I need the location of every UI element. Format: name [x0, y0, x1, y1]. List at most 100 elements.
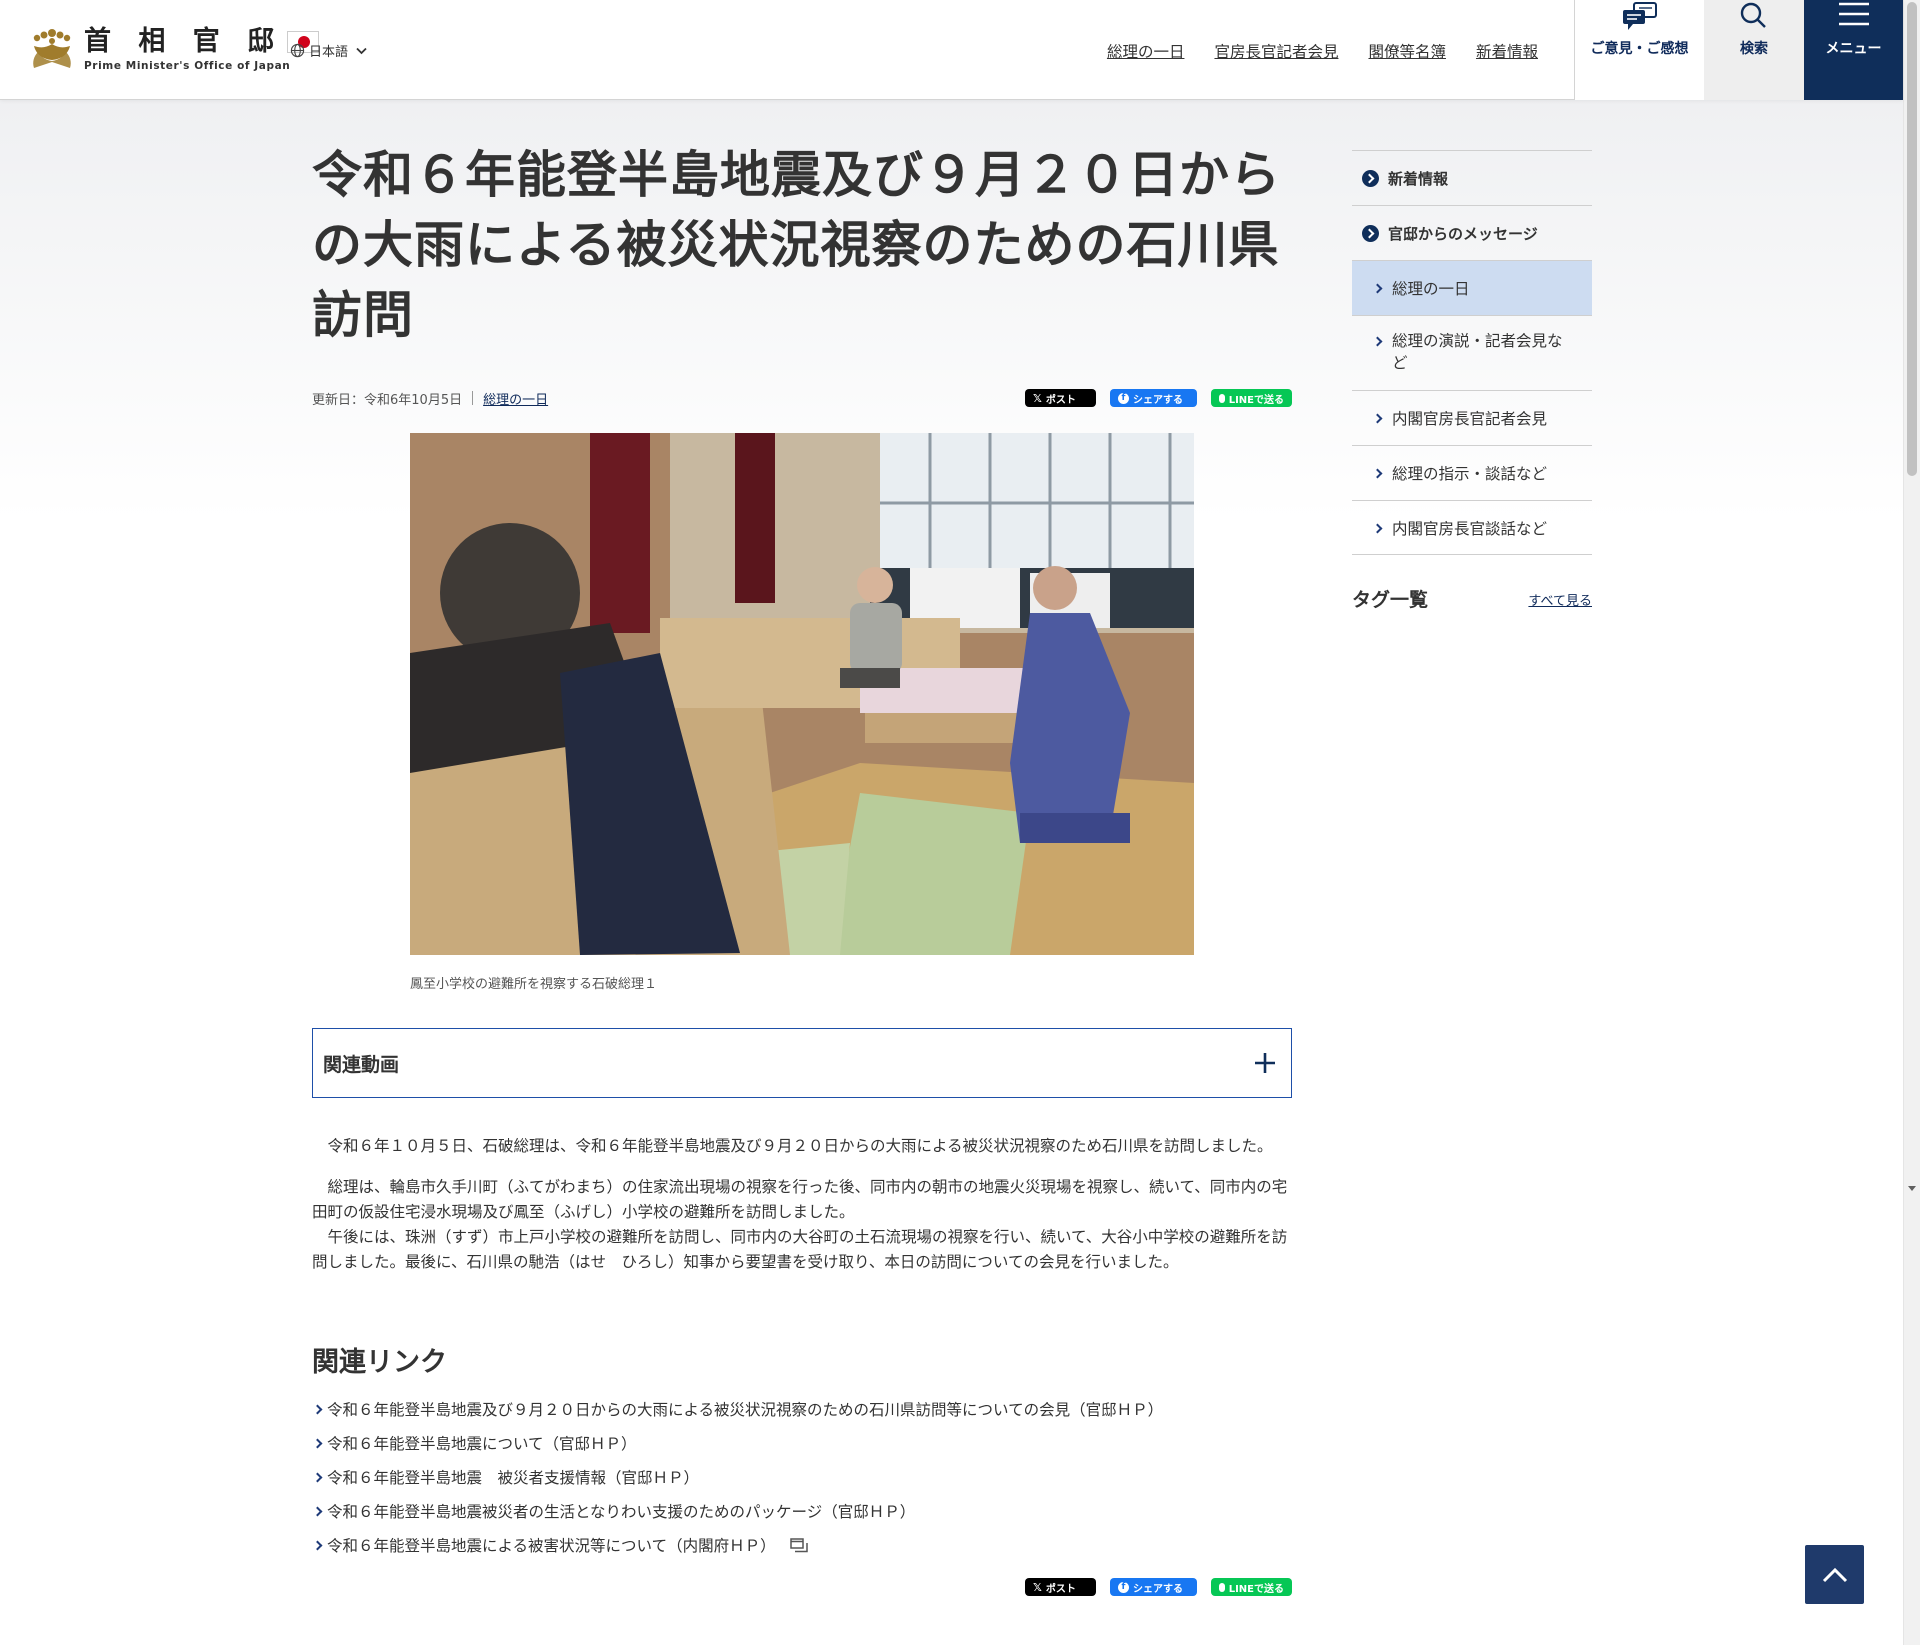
sidebar-item-label: 内閣官房長官談話など — [1392, 519, 1548, 538]
meta-divider — [472, 391, 474, 405]
language-selector[interactable]: 日本語 — [290, 41, 371, 60]
related-link[interactable]: 令和６年能登半島地震による被害状況等について（内閣府ＨＰ） — [312, 1528, 1292, 1562]
share-facebook-label: シェアする — [1133, 394, 1183, 406]
nav-link-news[interactable]: 新着情報 — [1476, 40, 1538, 62]
chevron-right-icon — [1372, 283, 1383, 294]
sidebar: 新着情報 官邸からのメッセージ 総理の一日 総理の演説・記者会見など 内閣官房長… — [1352, 150, 1592, 615]
feedback-icon — [1622, 2, 1657, 30]
share-line-label: LINEで送る — [1228, 394, 1284, 406]
sidebar-item-press-conference[interactable]: 内閣官房長官記者会見 — [1352, 390, 1592, 445]
site-logo[interactable]: 首 相 官 邸 Prime Minister's Office of Japan — [28, 26, 320, 74]
nav-link-cabinet-list[interactable]: 閣僚等名簿 — [1368, 40, 1446, 62]
share-line-label: LINEで送る — [1228, 1583, 1284, 1595]
chevron-right-icon — [1372, 523, 1383, 534]
share-x-label: ポスト — [1045, 394, 1076, 406]
line-logo-icon — [1219, 393, 1225, 403]
share-x-label: ポスト — [1045, 1583, 1076, 1595]
x-logo-icon: 𝕏 — [1033, 1580, 1042, 1594]
share-buttons-bottom: 𝕏 ポスト f シェアする LINEで送る — [1025, 1578, 1292, 1596]
sidebar-item-statements[interactable]: 内閣官房長官談話など — [1352, 500, 1592, 555]
sidebar-item-label: 内閣官房長官記者会見 — [1392, 410, 1548, 428]
external-window-icon — [789, 1537, 808, 1552]
chevron-right-icon — [312, 1472, 323, 1482]
updated-date: 更新日：令和6年10月5日 — [312, 392, 463, 408]
nav-link-schedule[interactable]: 総理の一日 — [1107, 40, 1185, 62]
photo-illustration — [410, 433, 1194, 955]
x-logo-icon: 𝕏 — [1033, 391, 1042, 405]
search-icon — [1740, 2, 1766, 28]
related-links-heading: 関連リンク — [312, 1347, 447, 1378]
sidebar-item-label: 総理の一日 — [1392, 280, 1470, 298]
paragraph: 総理は、輪島市久手川町（ふてがわまち）の住家流出現場の視察を行った後、同市内の朝… — [312, 1178, 1288, 1221]
plus-icon — [1255, 1053, 1275, 1073]
feedback-label: ご意見・ご感想 — [1590, 41, 1689, 57]
chevron-right-icon — [312, 1438, 323, 1448]
menu-button[interactable]: メニュー — [1804, 0, 1903, 100]
related-link[interactable]: 令和６年能登半島地震及び９月２０日からの大雨による被災状況視察のための石川県訪問… — [312, 1392, 1292, 1426]
tags-section: タグ一覧 すべて見る — [1352, 585, 1592, 615]
share-facebook-label: シェアする — [1133, 1583, 1183, 1595]
chevron-down-icon — [356, 47, 367, 54]
page-scrollbar[interactable] — [1903, 0, 1920, 1645]
header-nav: 総理の一日 官房長官記者会見 閣僚等名簿 新着情報 — [1107, 40, 1538, 62]
sidebar-item-instructions[interactable]: 総理の指示・談話など — [1352, 445, 1592, 500]
paragraph: 午後には、珠洲（すず）市上戸小学校の避難所を訪問し、同市内の大谷町の土石流現場の… — [312, 1228, 1288, 1271]
back-to-top-button[interactable] — [1805, 1545, 1864, 1604]
share-buttons-top: 𝕏 ポスト f シェアする LINEで送る — [1025, 389, 1292, 407]
sidebar-item-label: 官邸からのメッセージ — [1388, 224, 1538, 243]
sidebar-item-speeches[interactable]: 総理の演説・記者会見など — [1352, 315, 1592, 390]
sidebar-item-news[interactable]: 新着情報 — [1352, 150, 1592, 205]
category-link[interactable]: 総理の一日 — [483, 389, 548, 408]
chevron-circle-icon — [1362, 225, 1379, 242]
article: 令和６年能登半島地震及び９月２０日からの大雨による被災状況視察のための石川県訪問… — [312, 140, 1292, 1596]
related-link[interactable]: 令和６年能登半島地震 被災者支援情報（官邸ＨＰ） — [312, 1460, 1292, 1494]
share-facebook-button[interactable]: f シェアする — [1110, 1578, 1197, 1596]
sidebar-item-schedule[interactable]: 総理の一日 — [1352, 260, 1592, 315]
language-label: 日本語 — [309, 45, 349, 60]
article-meta: 更新日：令和6年10月5日 総理の一日 𝕏 ポスト f シェアする LINEで送… — [312, 386, 1292, 410]
share-x-button[interactable]: 𝕏 ポスト — [1025, 1578, 1096, 1596]
share-x-button[interactable]: 𝕏 ポスト — [1025, 389, 1096, 407]
sidebar-item-label: 総理の指示・談話など — [1392, 465, 1548, 483]
hamburger-icon — [1838, 2, 1869, 26]
nav-link-press-conference[interactable]: 官房長官記者会見 — [1214, 40, 1338, 62]
share-line-button[interactable]: LINEで送る — [1211, 389, 1292, 407]
menu-label: メニュー — [1825, 41, 1882, 57]
line-logo-icon — [1219, 1582, 1225, 1592]
chevron-right-icon — [1372, 413, 1383, 424]
related-videos-accordion[interactable]: 関連動画 — [312, 1028, 1292, 1098]
feedback-button[interactable]: ご意見・ご感想 — [1574, 0, 1704, 100]
related-link[interactable]: 令和６年能登半島地震について（官邸ＨＰ） — [312, 1426, 1292, 1460]
scrollbar-thumb[interactable] — [1907, 2, 1917, 476]
logo-en-text: Prime Minister's Office of Japan — [84, 60, 291, 72]
sidebar-item-messages[interactable]: 官邸からのメッセージ — [1352, 205, 1592, 260]
article-body: 令和６年１０月５日、石破総理は、令和６年能登半島地震及び９月２０日からの大雨によ… — [312, 1134, 1292, 1291]
search-label: 検索 — [1740, 41, 1768, 57]
chevron-right-icon — [312, 1404, 323, 1414]
facebook-logo-icon: f — [1118, 392, 1129, 404]
related-link-label: 令和６年能登半島地震について（官邸ＨＰ） — [327, 1435, 637, 1453]
facebook-logo-icon: f — [1118, 1581, 1129, 1593]
chevron-right-icon — [312, 1540, 323, 1550]
related-link-label: 令和６年能登半島地震及び９月２０日からの大雨による被災状況視察のための石川県訪問… — [327, 1401, 1164, 1419]
chevron-right-icon — [1372, 336, 1383, 347]
article-photo — [410, 433, 1194, 955]
share-facebook-button[interactable]: f シェアする — [1110, 389, 1197, 407]
related-links-list: 令和６年能登半島地震及び９月２０日からの大雨による被災状況視察のための石川県訪問… — [312, 1392, 1292, 1562]
scroll-down-arrow-icon[interactable] — [1908, 1186, 1916, 1191]
search-button[interactable]: 検索 — [1704, 0, 1804, 100]
tags-heading: タグ一覧 — [1352, 589, 1429, 611]
chevron-circle-icon — [1362, 170, 1379, 187]
chevron-right-icon — [312, 1506, 323, 1516]
share-line-button[interactable]: LINEで送る — [1211, 1578, 1292, 1596]
sidebar-item-label: 総理の演説・記者会見など — [1392, 332, 1563, 372]
tags-see-all-link[interactable]: すべて見る — [1528, 590, 1592, 609]
page-title: 令和６年能登半島地震及び９月２０日からの大雨による被災状況視察のための石川県訪問 — [312, 146, 1281, 344]
emblem-icon — [33, 29, 71, 68]
photo-caption: 鳳至小学校の避難所を視察する石破総理１ — [410, 977, 658, 992]
related-link[interactable]: 令和６年能登半島地震被災者の生活となりわい支援のためのパッケージ（官邸ＨＰ） — [312, 1494, 1292, 1528]
related-link-label: 令和６年能登半島地震被災者の生活となりわい支援のためのパッケージ（官邸ＨＰ） — [327, 1503, 916, 1521]
accordion-label: 関連動画 — [323, 1053, 400, 1076]
logo-jp-text: 首 相 官 邸 — [84, 26, 284, 57]
arrow-up-icon — [1822, 1567, 1847, 1582]
